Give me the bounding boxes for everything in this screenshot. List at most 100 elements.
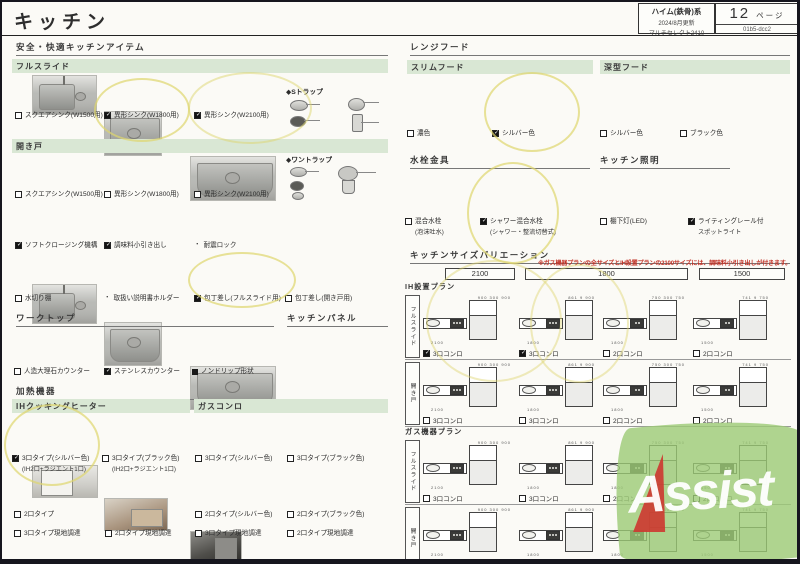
checkbox[interactable] <box>287 530 294 537</box>
option-label: 3口タイプ(ブラック色) <box>297 455 364 463</box>
checkbox[interactable] <box>287 455 294 462</box>
kitchen-plan-cell: 741 9 750 1500 2口コンロ <box>693 295 777 358</box>
option-row: 3口タイプ(ブラック色) (IH2口+ラジエント1口) <box>102 455 179 474</box>
option-label: 2口タイプ <box>24 511 54 519</box>
checkbox[interactable] <box>105 530 112 537</box>
checkbox[interactable] <box>104 112 111 119</box>
option-label: スクエアシンク(W1500用) <box>25 191 103 199</box>
option-row: 3口タイプ(シルバー色) <box>195 455 272 463</box>
checkbox[interactable] <box>600 218 607 225</box>
updated-date: 2024/8月更新 <box>639 18 714 27</box>
checkbox[interactable] <box>14 511 21 518</box>
checkbox[interactable] <box>519 495 526 502</box>
dimension-text: 2100 <box>431 552 519 557</box>
checkbox[interactable] <box>407 130 414 137</box>
checkbox[interactable] <box>194 112 201 119</box>
checkbox[interactable] <box>693 417 700 424</box>
checkbox[interactable] <box>423 417 430 424</box>
option-row: 2口タイプ(ブラック色) <box>287 511 364 519</box>
checkbox[interactable] <box>285 295 292 302</box>
dimension-text: 1800 <box>611 485 693 490</box>
checkbox[interactable] <box>492 130 499 137</box>
option-label: ノンドリップ形状 <box>201 368 254 376</box>
section-kitchen-panel: キッチンパネル <box>287 312 388 327</box>
series-name: ハイム(鉄骨)系 <box>639 6 714 17</box>
kitchen-plan-counter <box>603 385 647 396</box>
checkbox[interactable] <box>14 368 21 375</box>
option-row: 3口コンロ <box>423 560 519 564</box>
kitchen-plan-cell: 741 9 750 1500 2口コンロ <box>693 440 777 503</box>
checkbox[interactable] <box>603 495 610 502</box>
checkbox[interactable] <box>15 295 22 302</box>
dimension-text: 1500 <box>701 552 777 557</box>
checkbox[interactable] <box>12 455 19 462</box>
kitchen-plan-cell: 861 9 900 1800 3口コンロ <box>519 507 603 564</box>
checkbox[interactable] <box>194 295 201 302</box>
sink-photo-w1800 <box>104 322 162 366</box>
checkbox[interactable] <box>680 130 687 137</box>
checkbox[interactable] <box>15 191 22 198</box>
option-sublabel: (IH2口+ラジエント1口) <box>22 466 86 474</box>
checkbox[interactable] <box>603 417 610 424</box>
dimension-text: 750 300 750 <box>652 362 685 367</box>
option-label: 異形シンク(W2100用) <box>204 191 269 199</box>
plan-group-title: ガス機器プラン <box>405 427 791 438</box>
option-label: 異形シンク(W1800用) <box>114 112 179 120</box>
kitchen-plan-cell: 861 9 900 1800 3口コンロ <box>519 440 603 503</box>
option-label: ブラック色 <box>690 130 723 138</box>
checkbox[interactable] <box>104 191 111 198</box>
option-row: ステンレスカウンター <box>104 368 180 376</box>
section-heating: 加熱機器 <box>16 385 388 400</box>
checkbox[interactable] <box>423 350 430 357</box>
option-row: 棚下灯(LED) <box>600 218 647 226</box>
option-label: 2口コンロ <box>613 493 643 503</box>
checkbox[interactable] <box>600 130 607 137</box>
subsection-full-slide: フルスライド <box>12 59 388 73</box>
checkbox[interactable] <box>195 455 202 462</box>
checkbox[interactable] <box>194 191 201 198</box>
option-label: 3口タイプ(シルバー色) <box>205 455 272 463</box>
kitchen-plan-cabinets <box>739 512 767 552</box>
subsection-hinged-door: 開き戸 <box>12 139 388 153</box>
checkbox[interactable] <box>603 350 610 357</box>
checkbox[interactable] <box>104 242 111 249</box>
kitchen-plan-counter <box>693 463 737 474</box>
sink-symbol <box>606 386 620 394</box>
option-label: 棚下灯(LED) <box>610 218 647 226</box>
option-sublabel: (シャワー・整流切替式) <box>490 229 556 237</box>
checkbox[interactable] <box>519 417 526 424</box>
dimension-text: 750 300 750 <box>652 507 685 512</box>
option-label: 2口タイプ現地調達 <box>115 530 171 538</box>
kitchen-plan-cell: 900 300 900 2100 3口コンロ <box>423 440 519 503</box>
checkbox[interactable] <box>519 350 526 357</box>
checkbox[interactable] <box>688 218 695 225</box>
subsection-gas: ガスコンロ <box>194 399 388 413</box>
page-title: キッチン <box>14 7 110 34</box>
dimension-text: 1800 <box>611 407 693 412</box>
checkbox[interactable] <box>195 511 202 518</box>
kitchen-plan-counter <box>423 385 467 396</box>
option-label: 2口タイプ(シルバー色) <box>205 511 272 519</box>
checkbox[interactable] <box>480 218 487 225</box>
option-label: 異形シンク(W1800用) <box>114 191 179 199</box>
option-label: 2口タイプ現地調達 <box>297 530 353 538</box>
checkbox[interactable] <box>405 218 412 225</box>
option-sublabel: スポットライト <box>698 229 741 237</box>
sink-symbol <box>696 531 710 539</box>
option-label: ステンレスカウンター <box>114 368 180 376</box>
option-row: 3口コンロ <box>423 415 519 425</box>
option-label: 混合水栓 <box>415 218 441 226</box>
checkbox[interactable] <box>102 455 109 462</box>
checkbox[interactable] <box>693 495 700 502</box>
kitchen-plan-cabinets <box>739 367 767 407</box>
checkbox[interactable] <box>104 368 111 375</box>
checkbox[interactable] <box>195 530 202 537</box>
checkbox[interactable] <box>14 530 21 537</box>
option-label: 包丁差し(フルスライド用) <box>204 295 281 303</box>
checkbox[interactable] <box>15 112 22 119</box>
checkbox[interactable] <box>693 350 700 357</box>
option-row: 混合水栓 (泡沫吐水) <box>405 218 444 237</box>
checkbox[interactable] <box>423 495 430 502</box>
checkbox[interactable] <box>287 511 294 518</box>
checkbox[interactable] <box>15 242 22 249</box>
